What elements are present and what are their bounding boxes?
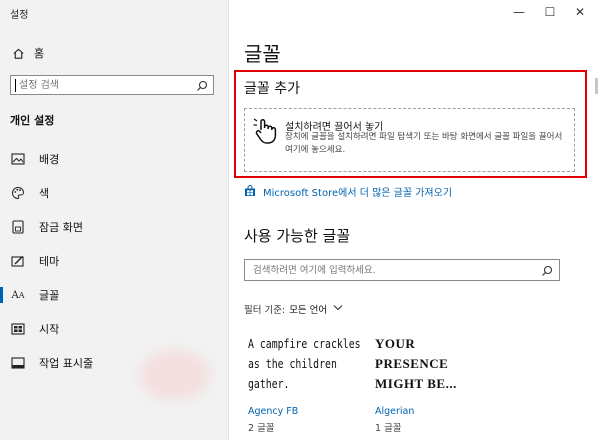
close-button[interactable]: ✕ <box>567 4 593 20</box>
available-fonts-heading: 사용 가능한 글꼴 <box>244 227 351 245</box>
font-card-algerian[interactable]: YOUR PRESENCE MIGHT BE... Algerian 1 글꼴 <box>371 326 493 440</box>
home-label: 홈 <box>34 47 45 60</box>
sidebar-item-lock-screen[interactable]: 잠금 화면 <box>0 216 228 238</box>
font-preview: YOUR PRESENCE MIGHT BE... <box>375 336 457 391</box>
minimize-button[interactable]: — <box>506 4 532 20</box>
main-content: — ☐ ✕ 글꼴 글꼴 추가 설치하려면 끌어서 놓기 장치에 글꼴을 설치하려… <box>229 0 600 440</box>
search-icon[interactable] <box>540 263 554 277</box>
home-nav[interactable]: 홈 <box>10 44 44 62</box>
background-glow <box>140 350 210 400</box>
settings-search-input[interactable] <box>19 78 189 92</box>
lock-screen-icon <box>9 220 27 234</box>
font-count: 1 글꼴 <box>375 423 402 434</box>
sidebar-item-label: 글꼴 <box>39 289 60 302</box>
chevron-down-icon[interactable] <box>333 304 343 314</box>
store-bag-icon <box>244 185 256 197</box>
text-caret <box>15 79 16 92</box>
language-filter[interactable]: 필터 기준: 모든 언어 <box>244 302 343 316</box>
font-search-box[interactable] <box>244 259 560 281</box>
font-icon: AA <box>11 289 25 301</box>
font-count: 2 글꼴 <box>248 423 275 434</box>
maximize-button[interactable]: ☐ <box>537 4 563 20</box>
drop-zone-description: 장치에 글꼴을 설치하려면 파일 탐색기 또는 바탕 화면에서 글꼴 파일을 끌… <box>285 132 563 155</box>
filter-label: 필터 기준: <box>244 305 286 316</box>
taskbar-icon <box>9 357 27 369</box>
hand-pointer-icon <box>253 117 279 145</box>
font-drop-zone[interactable]: 설치하려면 끌어서 놓기 장치에 글꼴을 설치하려면 파일 탐색기 또는 바탕 … <box>244 108 575 172</box>
sidebar-item-label: 잠금 화면 <box>39 221 83 234</box>
font-name[interactable]: Algerian <box>375 406 414 417</box>
sidebar-item-fonts[interactable]: AA 글꼴 <box>0 284 228 306</box>
font-card-agency-fb[interactable]: A campfire crackles as the children gath… <box>244 326 366 440</box>
store-link-text[interactable]: Microsoft Store에서 더 많은 글꼴 가져오기 <box>263 184 452 199</box>
filter-value[interactable]: 모든 언어 <box>289 302 327 316</box>
sidebar-item-background[interactable]: 배경 <box>0 148 228 170</box>
sidebar-item-start[interactable]: 시작 <box>0 318 228 340</box>
sidebar-item-theme[interactable]: 테마 <box>0 250 228 272</box>
sidebar: 설정 홈 개인 설정 배경 색 <box>0 0 229 440</box>
scrollbar-thumb[interactable] <box>595 78 598 94</box>
font-name[interactable]: Agency FB <box>248 406 298 417</box>
microsoft-store-link[interactable]: Microsoft Store에서 더 많은 글꼴 가져오기 <box>244 184 452 199</box>
sidebar-item-label: 색 <box>39 187 50 200</box>
search-icon[interactable] <box>195 78 209 92</box>
section-title: 개인 설정 <box>10 114 55 127</box>
font-search-input[interactable] <box>253 263 533 277</box>
palette-icon <box>9 186 27 200</box>
sidebar-item-label: 시작 <box>39 323 60 336</box>
sidebar-item-label: 테마 <box>39 255 60 268</box>
image-icon <box>9 153 27 165</box>
start-icon <box>9 323 27 335</box>
add-font-heading: 글꼴 추가 <box>244 81 300 97</box>
settings-window: 설정 홈 개인 설정 배경 색 <box>0 0 600 440</box>
sidebar-item-color[interactable]: 색 <box>0 182 228 204</box>
font-preview: A campfire crackles as the children gath… <box>248 337 361 391</box>
theme-icon <box>9 254 27 268</box>
settings-search-box[interactable] <box>10 75 214 95</box>
sidebar-item-label: 배경 <box>39 153 60 166</box>
home-icon <box>10 47 26 60</box>
page-title: 글꼴 <box>244 42 281 66</box>
window-title: 설정 <box>10 10 29 21</box>
sidebar-item-label: 작업 표시줄 <box>39 357 94 370</box>
